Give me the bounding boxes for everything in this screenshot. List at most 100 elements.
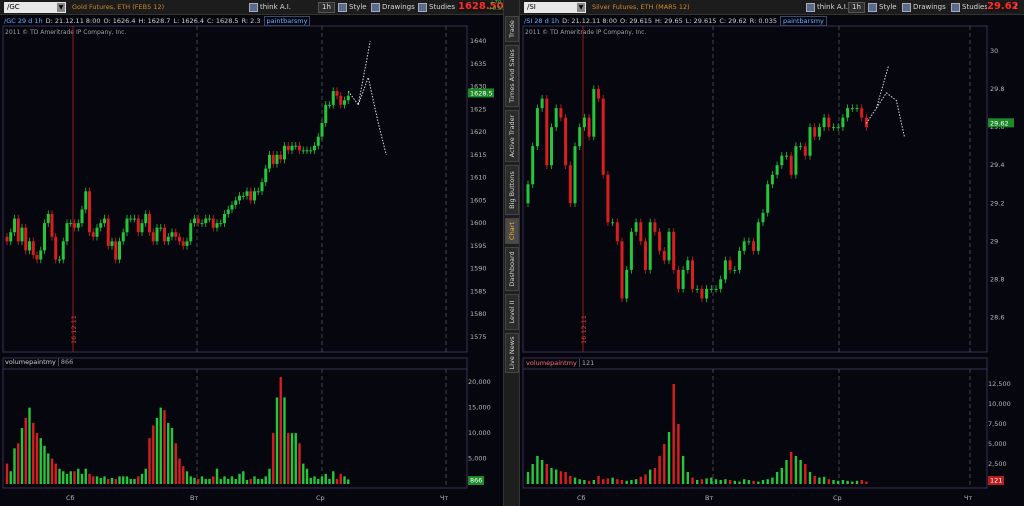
candle-body [728, 260, 732, 270]
volume-bar [92, 476, 95, 484]
volume-bar [719, 480, 722, 484]
candle-body [305, 150, 309, 152]
candle-body [31, 241, 35, 255]
volume-bar [545, 464, 548, 484]
candle-body [200, 223, 204, 225]
volume-bar [302, 463, 305, 484]
candle-body [103, 218, 106, 224]
projection-line [357, 75, 387, 155]
volume-bar [260, 478, 264, 484]
side-tab-active-trader[interactable]: Active Trader [505, 110, 519, 162]
candle-body [121, 232, 125, 242]
volume-bar [242, 471, 245, 484]
candle-body [625, 269, 629, 299]
volume-bar [710, 477, 713, 484]
price-axis-label: 29 [990, 237, 998, 245]
candle-body [634, 222, 638, 232]
volume-bar [32, 422, 35, 484]
candle-body [339, 95, 343, 105]
volume-panel-frame [2, 357, 468, 489]
silver-chart-canvas[interactable]: 16.12.113029.829.629.429.22928.828.629.6… [520, 0, 1024, 506]
side-tab-live-news[interactable]: Live News [505, 333, 519, 373]
volume-bar [339, 473, 342, 484]
candle-body [545, 98, 549, 166]
time-axis-label: Вт [190, 494, 198, 502]
volume-bar [69, 471, 72, 484]
candle-body [832, 127, 835, 129]
volume-bar [197, 478, 200, 484]
side-tab-chart[interactable]: Chart [505, 218, 519, 244]
volume-bar [174, 443, 177, 484]
volume-bar [681, 456, 685, 484]
volume-bar [43, 445, 46, 484]
candle-body [719, 279, 723, 289]
candle-body [88, 191, 91, 233]
side-tab-dashboard[interactable]: Dashboard [505, 247, 519, 291]
volume-current-label: 866 [470, 477, 482, 485]
volume-bar [163, 410, 166, 484]
time-axis-label: Вт [705, 494, 713, 502]
gold-chart-canvas[interactable]: 16.12.1116401635163016251620161516101605… [0, 0, 503, 506]
candle-body [43, 223, 46, 251]
side-tab-big-buttons[interactable]: Big Buttons [505, 165, 519, 215]
volume-bar [667, 432, 671, 484]
candle-body [193, 218, 196, 224]
volume-axis-label: 10,000 [468, 429, 491, 437]
volume-bar [332, 471, 335, 484]
volume-bar [860, 480, 863, 484]
candle-body [653, 222, 657, 232]
candle-body [559, 108, 563, 118]
volume-bar [531, 464, 534, 484]
price-axis-label: 29.8 [990, 85, 1004, 93]
candle-body [766, 184, 770, 213]
candle-body [110, 241, 114, 246]
volume-bar [152, 425, 155, 484]
candle-body [219, 223, 223, 225]
candle-body [271, 154, 275, 164]
price-axis-label: 1620 [470, 128, 487, 136]
current-price-label: 29.62 [990, 119, 1009, 127]
candle-body [606, 174, 610, 223]
volume-bar [290, 433, 294, 484]
candle-body [700, 288, 704, 299]
candle-body [24, 227, 28, 251]
volume-bar [700, 479, 704, 484]
candle-body [331, 91, 335, 105]
candle-body [211, 218, 215, 228]
candle-body [178, 236, 181, 242]
candle-body [125, 218, 129, 233]
candle-body [50, 214, 54, 237]
volume-bar [790, 452, 793, 484]
time-axis-label: Ср [833, 494, 842, 502]
volume-bar [677, 424, 680, 484]
volume-bar [140, 473, 144, 484]
candle-body [136, 218, 140, 233]
candle-body [803, 146, 807, 156]
volume-bar [630, 480, 633, 484]
volume-bar [227, 478, 230, 484]
volume-bar [129, 478, 132, 484]
price-axis-label: 1605 [470, 196, 487, 204]
candle-body [148, 214, 151, 233]
side-tab-times-and-sales[interactable]: Times And Sales [505, 45, 519, 107]
volume-bar [275, 397, 279, 484]
volume-bar [317, 478, 320, 484]
candle-body [61, 241, 65, 260]
candle-body [681, 269, 685, 289]
price-axis-label: 1635 [470, 60, 487, 68]
candle-body [181, 241, 185, 246]
volume-bar [279, 377, 282, 484]
side-tab-label: Level II [508, 300, 516, 324]
candle-body [343, 100, 346, 105]
volume-bar [24, 417, 27, 484]
side-tab-trade[interactable]: Trade [505, 16, 519, 42]
volume-bar [264, 476, 267, 484]
volume-bar [728, 480, 732, 484]
side-tab-level-ii[interactable]: Level II [505, 294, 519, 330]
price-axis-label: 28.6 [990, 313, 1004, 321]
time-axis-label: Сб [66, 494, 75, 502]
candle-body [129, 218, 133, 220]
volume-bar [84, 468, 87, 484]
volume-bar [80, 473, 84, 484]
candle-body [629, 231, 633, 270]
